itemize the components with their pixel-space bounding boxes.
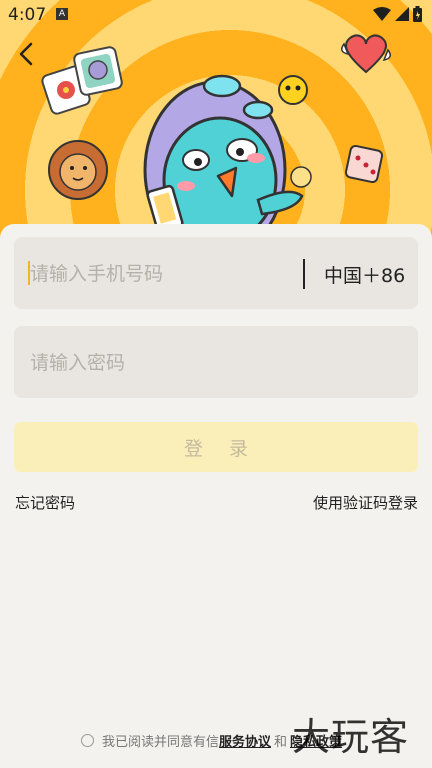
sms-code-login-link[interactable]: 使用验证码登录 bbox=[313, 492, 418, 513]
service-agreement-link[interactable]: 服务协议 bbox=[219, 731, 271, 750]
phone-field: 中国＋86 bbox=[14, 237, 418, 311]
phone-input[interactable] bbox=[28, 237, 302, 311]
status-bar: 4:07 A bbox=[0, 0, 432, 30]
monster-sticker-icon bbox=[73, 46, 123, 96]
status-icons bbox=[373, 6, 422, 22]
login-card: 中国＋86 登 录 忘记密码 使用验证码登录 我已阅读并同意有信 服务协议 和 … bbox=[0, 224, 432, 768]
small-face-icon bbox=[290, 166, 312, 188]
emoji-face-icon bbox=[278, 75, 308, 105]
heart-icon bbox=[341, 34, 391, 74]
agreement-connector: 和 bbox=[274, 735, 288, 750]
dice-icon bbox=[344, 144, 384, 184]
field-divider bbox=[303, 259, 305, 289]
mascot-illustration bbox=[41, 34, 391, 240]
country-code-selector[interactable]: 中国＋86 bbox=[324, 261, 405, 288]
status-time: 4:07 bbox=[8, 5, 47, 25]
signal-icon bbox=[395, 7, 409, 21]
watermark: 大玩客 bbox=[292, 715, 410, 759]
password-field bbox=[14, 326, 418, 400]
wifi-icon bbox=[373, 7, 391, 21]
lion-face-icon bbox=[48, 140, 108, 200]
agree-checkbox[interactable] bbox=[81, 734, 94, 747]
battery-icon bbox=[413, 6, 422, 22]
forgot-password-link[interactable]: 忘记密码 bbox=[15, 492, 75, 513]
password-input[interactable] bbox=[28, 326, 408, 400]
notification-app-icon: A bbox=[56, 8, 68, 20]
header-banner: 4:07 A bbox=[0, 0, 432, 240]
agreement-text: 我已阅读并同意有信 bbox=[102, 735, 220, 750]
login-button[interactable]: 登 录 bbox=[14, 422, 418, 472]
